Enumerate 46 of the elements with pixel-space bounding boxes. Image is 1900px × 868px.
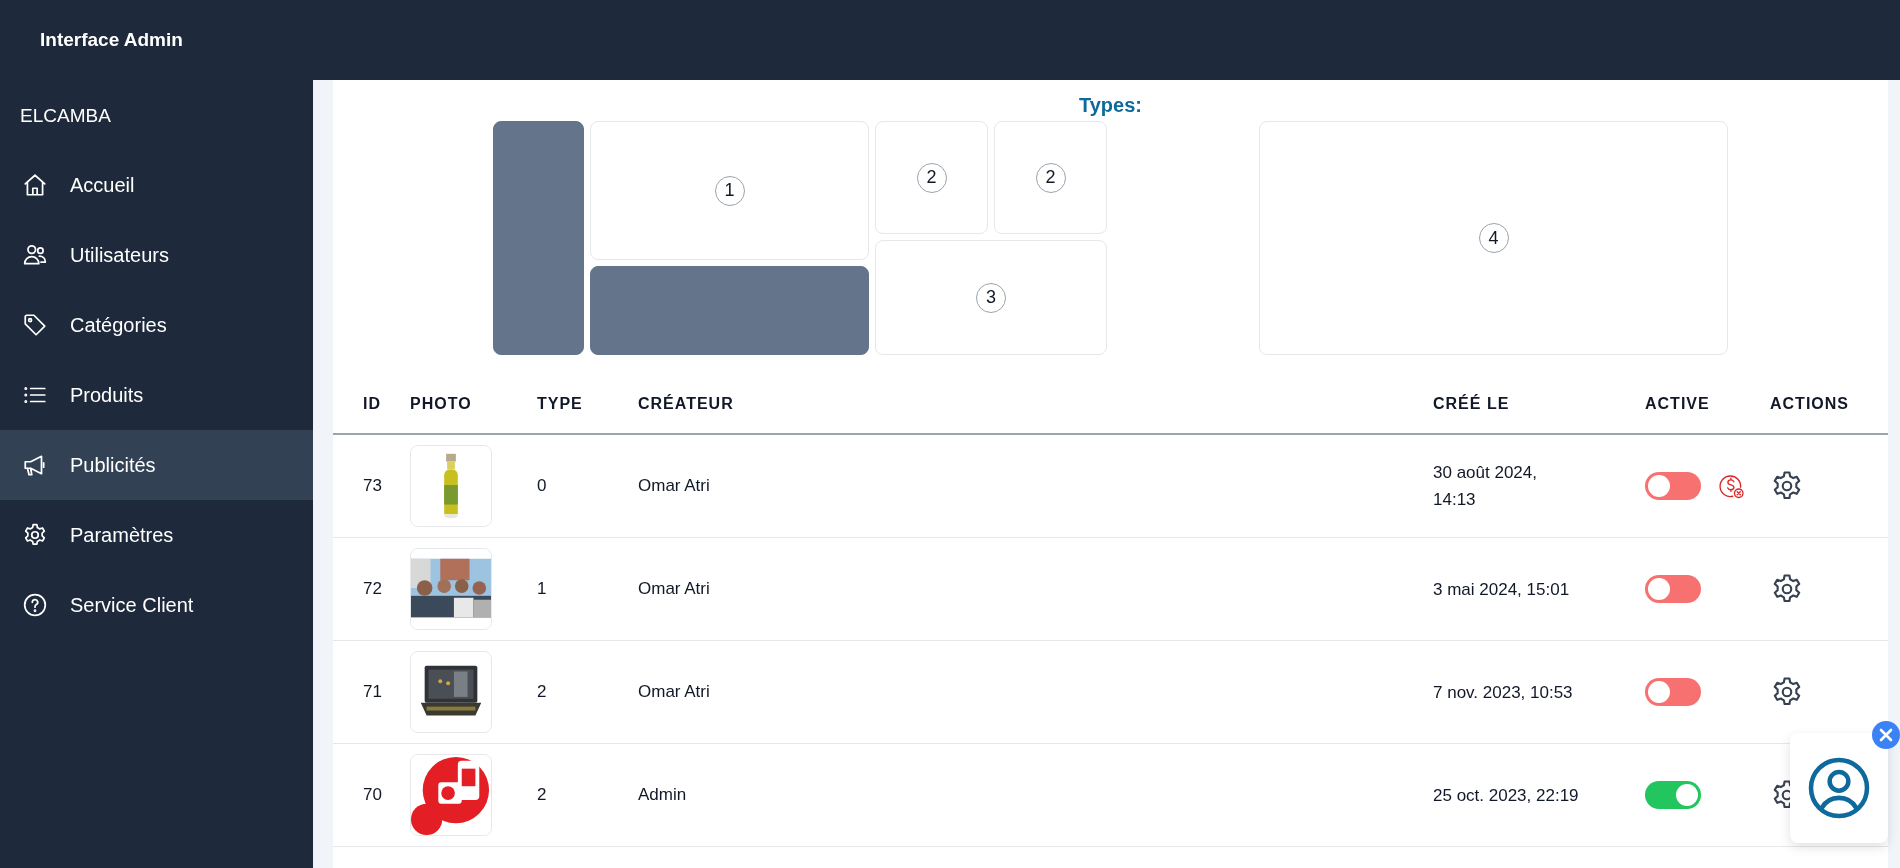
sidebar-item[interactable]: Utilisateurs — [0, 220, 313, 290]
tag-icon — [22, 312, 48, 338]
brand-name: ELCAMBA — [19, 104, 112, 128]
sidebar-item[interactable]: Accueil — [0, 150, 313, 220]
app-title: Interface Admin — [40, 29, 183, 51]
column-header: PHOTO — [398, 375, 525, 434]
column-header: CRÉATEUR — [626, 375, 1421, 434]
home-icon — [22, 172, 48, 198]
users-icon — [22, 242, 48, 268]
table-cell-text: 72 — [363, 579, 383, 599]
table-cell-text: 7 nov. 2023, 10:53 — [1433, 681, 1574, 704]
table-cell-text: 71 — [363, 682, 383, 702]
toggle-switch[interactable] — [1645, 575, 1701, 603]
sidebar-item[interactable]: Publicités — [0, 430, 313, 500]
table-cell-text: 1 — [537, 579, 548, 599]
table-cell-text: Omar Atri — [638, 476, 711, 496]
table-cell-text: 2 — [537, 682, 548, 702]
table-cell-text: 73 — [363, 476, 383, 496]
column-header: TYPE — [525, 375, 626, 434]
column-header: ACTIVE — [1633, 375, 1758, 434]
user-circle-icon[interactable] — [1807, 756, 1871, 820]
sidebar-item[interactable]: Produits — [0, 360, 313, 430]
table-cell-text: 25 oct. 2023, 22:19 — [1433, 784, 1580, 807]
table-cell-text: 70 — [363, 785, 383, 805]
toggle-switch[interactable] — [1645, 472, 1701, 500]
toggle-switch[interactable] — [1645, 678, 1701, 706]
megaphone-icon — [22, 452, 48, 478]
table-cell-text: 3 mai 2024, 15:01 — [1433, 578, 1571, 601]
settings-icon — [22, 522, 48, 548]
close-icon — [1878, 727, 1894, 743]
sidebar-item[interactable]: Paramètres — [0, 500, 313, 570]
table-cell-text: 0 — [537, 476, 548, 496]
close-button[interactable] — [1872, 721, 1900, 749]
column-header: ACTIONS — [1758, 375, 1888, 434]
table-cell-text: Omar Atri — [638, 579, 711, 599]
help-icon — [22, 592, 48, 618]
sidebar-item[interactable]: Service Client — [0, 570, 313, 640]
section-title: Types: — [1079, 94, 1142, 118]
column-header: CRÉÉ LE — [1421, 375, 1633, 434]
toggle-switch[interactable] — [1645, 781, 1701, 809]
table-cell-text: Admin — [638, 785, 688, 805]
sidebar-item[interactable]: Catégories — [0, 290, 313, 360]
table-cell-text: 30 août 2024, 14:13 — [1433, 462, 1538, 511]
column-header: ID — [333, 375, 398, 434]
table-cell-text: Omar Atri — [638, 682, 711, 702]
table-cell-text: 2 — [537, 785, 548, 805]
